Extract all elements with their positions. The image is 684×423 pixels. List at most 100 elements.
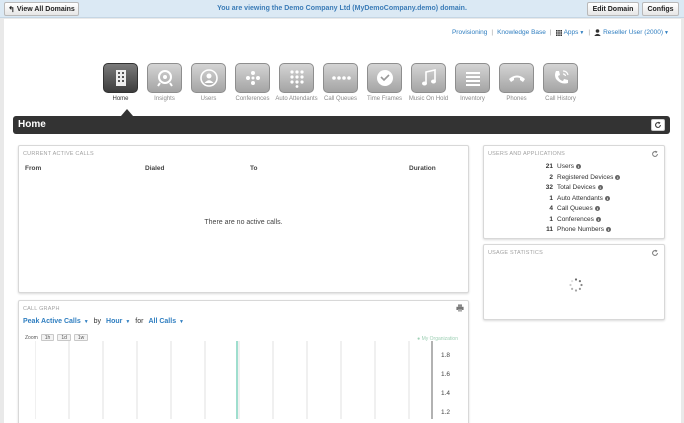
stat-count: 1 [549, 194, 553, 202]
nav-insights[interactable]: Insights [147, 63, 182, 103]
list-icon [465, 72, 480, 86]
link-separator: | [491, 29, 494, 36]
call-history-icon [554, 70, 569, 84]
nav-conferences[interactable]: Conferences [235, 63, 270, 103]
edit-domain-button[interactable]: Edit Domain [587, 2, 639, 16]
empty-calls-message: There are no active calls. [204, 219, 283, 226]
refresh-icon[interactable] [651, 249, 659, 257]
nav-label: Users [200, 96, 217, 102]
stat-label: Registered Devices [557, 173, 614, 181]
refresh-icon [655, 121, 661, 128]
nav-users[interactable]: Users [191, 63, 226, 103]
stat-count: 21 [545, 163, 553, 170]
stat-label: Conferences [557, 215, 594, 223]
zoom-1d-button[interactable]: 1d [57, 334, 71, 341]
y-tick-label: 1.8 [441, 352, 451, 359]
info-icon[interactable]: i [604, 195, 610, 201]
stat-count: 2 [549, 173, 553, 181]
queue-icon [331, 76, 351, 80]
nav-home[interactable]: Home [103, 63, 138, 103]
building-icon [115, 70, 126, 86]
stat-label: Users [557, 163, 574, 170]
chevron-down-icon: ▼ [125, 319, 131, 325]
stat-row: 2 Registered Devices i [484, 174, 664, 185]
apps-label: Apps [563, 29, 579, 36]
print-icon[interactable] [456, 304, 464, 312]
page-content: Provisioning | Knowledge Base | Apps ▼ |… [4, 19, 681, 423]
chevron-down-icon: ▼ [579, 29, 585, 36]
info-icon[interactable]: i [615, 174, 621, 180]
nav-auto-attendants[interactable]: Auto Attendants [275, 63, 318, 103]
stat-row: 4 Call Queues i [484, 205, 664, 216]
domain-bar: ↰ View All Domains You are viewing the D… [0, 0, 684, 18]
nav-label: Home [112, 96, 129, 102]
y-tick-label: 1.4 [441, 390, 451, 397]
info-icon[interactable]: i [575, 164, 581, 169]
apps-menu[interactable]: Apps ▼ [555, 29, 585, 36]
zoom-1w-button[interactable]: 1w [73, 334, 89, 341]
y-tick-label: 1.6 [441, 371, 451, 378]
users-applications-panel: USERS AND APPLICATIONS 21 Users i 2 Registe… [483, 145, 665, 239]
link-separator: | [588, 29, 591, 36]
usage-statistics-panel: USAGE STATISTICS [483, 244, 665, 320]
knowledge-base-link[interactable]: Knowledge Base [497, 29, 546, 36]
phone-icon [508, 75, 525, 82]
info-icon[interactable]: i [597, 185, 603, 190]
user-menu[interactable]: Reseller User (2000) ▼ [594, 29, 669, 36]
y-axis: 1.8 1.6 1.4 1.2 [437, 341, 467, 419]
stat-label: Total Devices [557, 184, 596, 191]
interval-dropdown[interactable]: Hour ▼ [106, 318, 130, 325]
nav-call-history[interactable]: Call History [543, 63, 578, 103]
nav-music-on-hold[interactable]: Music On Hold [409, 63, 448, 103]
domain-message: You are viewing the Demo Company Ltd (My… [217, 5, 467, 12]
stat-row: 11 Phone Numbers i [484, 226, 664, 237]
stat-label: Phone Numbers [557, 226, 604, 233]
filter-dropdown[interactable]: All Calls ▼ [148, 318, 184, 325]
provisioning-link[interactable]: Provisioning [452, 29, 487, 36]
by-label: by [93, 318, 102, 325]
y-tick-label: 1.2 [441, 409, 451, 416]
chevron-down-icon: ▼ [179, 319, 184, 325]
stat-row: 21 Users i [484, 163, 664, 174]
refresh-button[interactable] [651, 119, 665, 131]
metric-dropdown[interactable]: Peak Active Calls ▼ [23, 318, 89, 325]
stat-count: 32 [545, 184, 553, 191]
insights-icon [156, 70, 173, 87]
zoom-controls: Zoom 1h 1d 1w [25, 334, 89, 341]
nav-label: Auto Attendants [275, 96, 318, 102]
header-links: Provisioning | Knowledge Base | Apps ▼ |… [452, 29, 669, 36]
column-header-to: To [250, 165, 258, 172]
configs-button[interactable]: Configs [642, 2, 679, 16]
panel-heading: USERS AND APPLICATIONS [488, 151, 566, 157]
column-header-from: From [25, 165, 42, 172]
keypad-icon [289, 70, 304, 88]
interval-label: Hour [106, 318, 123, 325]
nav-label: Insights [154, 96, 175, 102]
music-icon [421, 69, 436, 86]
stat-row: 32 Total Devices i [484, 184, 664, 195]
grid-icon [555, 29, 562, 36]
panel-heading: CALL GRAPH [23, 306, 60, 312]
user-icon [594, 29, 601, 36]
zoom-label: Zoom [25, 334, 38, 341]
nav-phones[interactable]: Phones [499, 63, 534, 103]
page-title: Home [18, 119, 46, 130]
info-icon[interactable]: i [595, 216, 601, 222]
nav-label: Inventory [460, 96, 485, 102]
nav-inventory[interactable]: Inventory [455, 63, 490, 103]
nav-label: Time Frames [366, 96, 403, 102]
user-label: Reseller User (2000) [603, 29, 664, 36]
info-icon[interactable]: i [605, 227, 611, 232]
nav-label: Call Queues [323, 96, 358, 102]
nav-time-frames[interactable]: Time Frames [367, 63, 402, 103]
nav-label: Music On Hold [408, 96, 449, 102]
zoom-1h-button[interactable]: 1h [40, 334, 55, 341]
nav-label: Call History [545, 96, 576, 102]
refresh-icon[interactable] [651, 150, 659, 158]
info-icon[interactable]: i [594, 206, 600, 211]
for-label: for [135, 318, 144, 325]
stat-label: Call Queues [557, 205, 593, 212]
chevron-down-icon: ▼ [664, 29, 669, 36]
nav-call-queues[interactable]: Call Queues [323, 63, 358, 103]
stat-count: 4 [549, 205, 553, 212]
